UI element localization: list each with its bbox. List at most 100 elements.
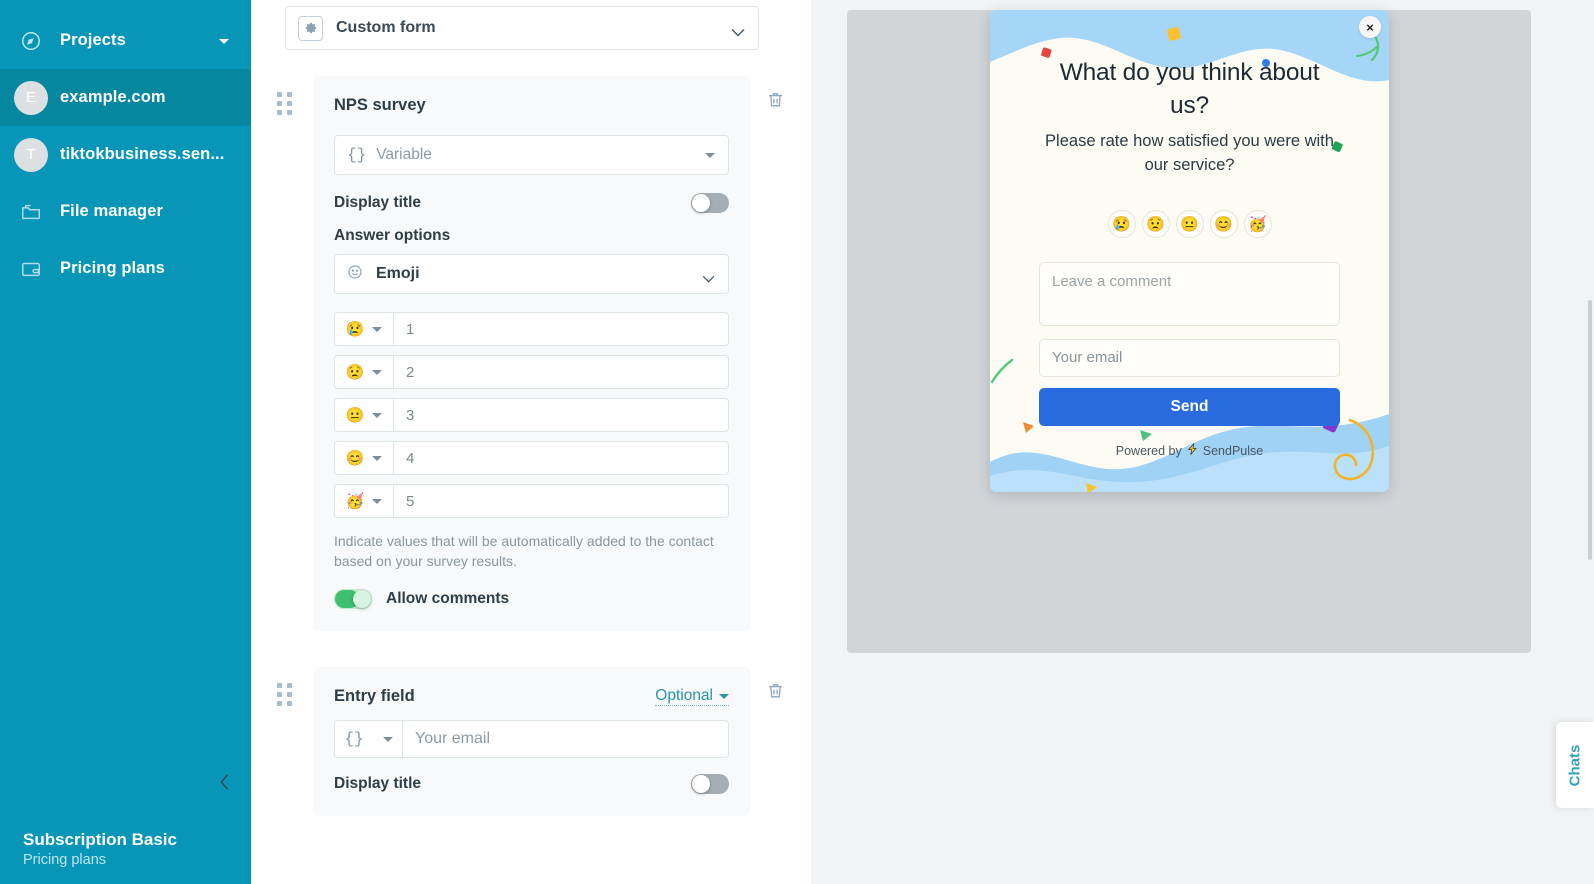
folder-icon: [14, 195, 48, 229]
answer-value-input[interactable]: 3: [393, 398, 729, 432]
sidebar-item-tiktokbusiness[interactable]: T tiktokbusiness.sen...: [0, 126, 251, 183]
answer-type-select[interactable]: Emoji: [334, 254, 729, 294]
allow-comments-label: Allow comments: [386, 590, 510, 607]
block-title: NPS survey: [334, 96, 426, 114]
chats-tab[interactable]: Chats: [1556, 722, 1594, 808]
block-entry-field: Entry field Optional {} Your email Displ…: [277, 667, 782, 816]
sidebar-footer: Subscription Basic Pricing plans: [0, 830, 251, 884]
popup-content: What do you think about us? Please rate …: [990, 10, 1389, 459]
answer-value-input[interactable]: 1: [393, 312, 729, 346]
chevron-down-icon[interactable]: [705, 153, 715, 158]
popup-preview: × What do you think about us? Please rat…: [990, 10, 1389, 492]
chevron-down-icon[interactable]: [219, 38, 229, 44]
sidebar-item-label: tiktokbusiness.sen...: [60, 145, 225, 163]
option-emoji: 🥳: [345, 493, 365, 510]
compass-icon: [14, 24, 48, 58]
answer-option-row: 😐 3: [334, 398, 729, 432]
sidebar-item-file-manager[interactable]: File manager: [0, 183, 251, 240]
popup-send-button[interactable]: Send: [1039, 388, 1340, 426]
subscription-plan-label: Subscription Basic: [23, 830, 177, 849]
sidebar-item-label: example.com: [60, 88, 166, 106]
pricing-plans-link[interactable]: Pricing plans: [23, 852, 251, 868]
display-title-label: Display title: [334, 775, 421, 792]
allow-comments-toggle[interactable]: [334, 589, 372, 609]
display-title-row: Display title: [334, 193, 729, 213]
chevron-down-icon: [382, 736, 393, 742]
preview-canvas: × What do you think about us? Please rat…: [847, 10, 1531, 653]
smiley-icon: [347, 264, 363, 285]
drag-handle-icon[interactable]: [277, 683, 292, 706]
editor-panel: Custom form NPS survey {} Variable Displ…: [251, 0, 811, 884]
bolt-icon: [1186, 442, 1199, 459]
popup-subtitle: Please rate how satisfied you were with …: [1045, 132, 1334, 174]
braces-icon: {}: [344, 730, 364, 748]
braces-icon: {}: [347, 146, 367, 164]
entry-field-header: Entry field Optional: [334, 687, 729, 706]
rating-emoji-2[interactable]: 😟: [1141, 210, 1170, 238]
chevron-down-icon: [372, 498, 383, 504]
popup-comment-input[interactable]: Leave a comment: [1039, 262, 1340, 326]
answer-options-label: Answer options: [334, 227, 451, 244]
chevron-down-icon[interactable]: [731, 24, 745, 42]
answer-value-input[interactable]: 2: [393, 355, 729, 389]
block-nps-survey: NPS survey {} Variable Display title Ans…: [277, 76, 782, 631]
answer-emoji-picker[interactable]: 😊: [334, 441, 393, 475]
sidebar-item-label: Pricing plans: [60, 259, 165, 277]
display-title-toggle[interactable]: [691, 193, 729, 213]
chevron-down-icon[interactable]: [702, 270, 715, 288]
trash-icon[interactable]: [762, 677, 788, 703]
form-type-select[interactable]: Custom form: [285, 6, 759, 50]
gear-icon: [298, 15, 323, 41]
answer-value-input[interactable]: 5: [393, 484, 729, 518]
popup-rating-emojis: 😢 😟 😐 😊 🥳: [1039, 210, 1340, 238]
optional-dropdown[interactable]: Optional: [655, 687, 729, 706]
entry-display-title-row: Display title: [334, 774, 729, 794]
option-emoji: 😢: [345, 321, 365, 338]
rating-emoji-3[interactable]: 😐: [1175, 210, 1204, 238]
sidebar-top: Projects E example.com T tiktokbusiness.…: [0, 0, 251, 297]
sidebar-collapse-button[interactable]: [209, 766, 241, 798]
popup-close-button[interactable]: ×: [1359, 16, 1381, 38]
chevron-down-icon: [372, 412, 383, 418]
chevron-down-icon: [372, 369, 383, 375]
sidebar-header-projects[interactable]: Projects: [0, 12, 251, 69]
answer-emoji-picker[interactable]: 🥳: [334, 484, 393, 518]
answer-type-label: Emoji: [376, 265, 420, 282]
optional-label: Optional: [655, 687, 713, 704]
entry-field-input[interactable]: Your email: [402, 720, 729, 758]
page-scrollbar[interactable]: [1588, 300, 1592, 560]
chevron-down-icon: [372, 455, 383, 461]
powered-by-prefix: Powered by: [1115, 443, 1182, 458]
answer-emoji-picker[interactable]: 😢: [334, 312, 393, 346]
avatar: E: [14, 80, 48, 115]
avatar: T: [14, 137, 48, 172]
sidebar-item-pricing-plans[interactable]: Pricing plans: [0, 240, 251, 297]
rating-emoji-5[interactable]: 🥳: [1243, 210, 1272, 238]
sidebar-item-example-com[interactable]: E example.com: [0, 69, 251, 126]
trash-icon[interactable]: [762, 86, 788, 112]
sidebar-item-label: File manager: [60, 202, 163, 220]
display-title-label: Display title: [334, 194, 421, 211]
variable-select[interactable]: {} Variable: [334, 135, 729, 175]
chevron-down-icon: [719, 693, 729, 699]
answer-value-input[interactable]: 4: [393, 441, 729, 475]
answer-values-hint: Indicate values that will be automatical…: [334, 533, 714, 569]
rating-emoji-1[interactable]: 😢: [1107, 210, 1136, 238]
block-title: Entry field: [334, 687, 415, 705]
answer-option-row: 😊 4: [334, 441, 729, 475]
answer-emoji-picker[interactable]: 😐: [334, 398, 393, 432]
popup-email-input[interactable]: Your email: [1039, 339, 1340, 377]
wallet-icon: [14, 252, 48, 286]
answer-emoji-picker[interactable]: 😟: [334, 355, 393, 389]
entry-display-title-toggle[interactable]: [691, 774, 729, 794]
chevron-down-icon: [372, 326, 383, 332]
editor-content: Custom form NPS survey {} Variable Displ…: [251, 0, 811, 816]
variable-placeholder: Variable: [376, 146, 432, 163]
drag-handle-icon[interactable]: [277, 92, 292, 115]
entry-variable-picker[interactable]: {}: [334, 720, 402, 758]
chats-tab-label: Chats: [1566, 744, 1584, 786]
powered-by: Powered by SendPulse: [1039, 442, 1340, 459]
app-root: Projects E example.com T tiktokbusiness.…: [0, 0, 1594, 884]
chevron-left-icon: [220, 774, 229, 790]
rating-emoji-4[interactable]: 😊: [1209, 210, 1238, 238]
